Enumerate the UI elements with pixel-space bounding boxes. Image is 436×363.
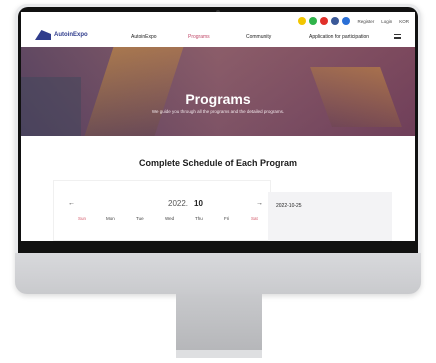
calendar-panel: ← 2022. 10 → Sun Mon Tue Wed Thu Fri Sat…	[53, 180, 286, 241]
hero-subtitle: We guide you through all the programs an…	[151, 109, 285, 114]
selected-date-panel: 2022-10-25	[268, 192, 392, 241]
schedule-title: Complete Schedule of Each Program	[138, 158, 298, 168]
login-link[interactable]: Login	[381, 19, 392, 24]
nav-item-community[interactable]: Community	[246, 34, 271, 40]
site-logo[interactable]: AutoinExpo	[35, 30, 88, 40]
language-selector[interactable]: KOR	[399, 19, 409, 24]
weekday-thu: Thu	[195, 216, 203, 221]
hero-title: Programs	[185, 91, 251, 107]
kakao-icon[interactable]	[298, 17, 307, 25]
monitor-stand	[176, 294, 262, 350]
monitor-chin	[15, 253, 421, 294]
weekday-sat: Sat	[251, 216, 258, 221]
calendar-month: 10	[194, 199, 203, 208]
weekday-mon: Mon	[106, 216, 115, 221]
blog-icon[interactable]	[342, 17, 351, 25]
calendar-year: 2022.	[168, 199, 189, 208]
nav-item-programs[interactable]: Programs	[188, 34, 210, 40]
register-link[interactable]: Register	[357, 19, 374, 24]
logo-mark-icon	[35, 30, 51, 40]
weekday-sun: Sun	[78, 216, 87, 221]
youtube-icon[interactable]	[320, 17, 329, 25]
naver-icon[interactable]	[309, 17, 318, 25]
menu-icon[interactable]	[394, 34, 401, 39]
weekday-fri: Fri	[224, 216, 230, 221]
weekday-tue: Tue	[136, 216, 144, 221]
nav-item-application[interactable]: Application for participation	[309, 34, 369, 40]
next-month-button[interactable]: →	[256, 200, 263, 207]
prev-month-button[interactable]: ←	[68, 200, 75, 207]
weekday-wed: Wed	[165, 216, 175, 221]
logo-text: AutoinExpo	[54, 32, 88, 38]
nav-item-autoinexpo[interactable]: AutoinExpo	[131, 34, 157, 40]
hero-banner: Programs We guide you through all the pr…	[21, 47, 415, 136]
website-screen: Register Login KOR AutoinExpo AutoinExpo…	[21, 12, 415, 241]
selected-date: 2022-10-25	[276, 203, 302, 209]
facebook-icon[interactable]	[331, 17, 340, 25]
main-navbar: AutoinExpo AutoinExpo Programs Community…	[21, 28, 415, 46]
monitor-stand-base	[176, 350, 262, 358]
